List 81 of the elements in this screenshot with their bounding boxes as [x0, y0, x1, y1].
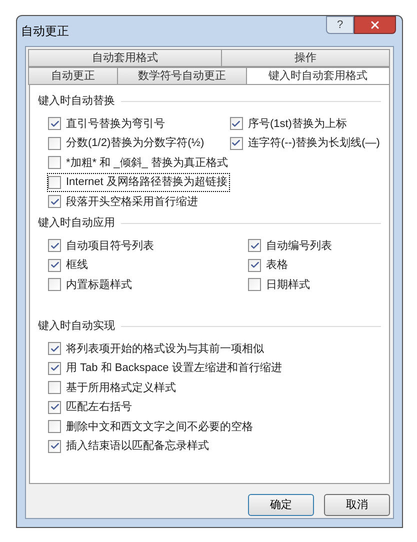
checkbox-row[interactable]: 基于所用格式定义样式 — [48, 380, 178, 396]
check-icon — [50, 363, 60, 374]
checkbox-label: 将列表项开始的格式设为与其前一项相似 — [66, 342, 264, 356]
check-icon — [231, 138, 242, 148]
section-header: 键入时自动实现 — [38, 318, 115, 334]
section-header: 键入时自动应用 — [38, 216, 115, 231]
checkbox-row[interactable]: *加粗* 和 _倾斜_ 替换为真正格式 — [48, 154, 230, 171]
checkbox-row[interactable]: 删除中文和西文文字之间不必要的空格 — [48, 418, 255, 435]
checkbox[interactable] — [248, 278, 261, 292]
check-icon — [50, 260, 60, 270]
checkbox-label: 内置标题样式 — [66, 278, 132, 292]
tab[interactable]: 自动更正 — [28, 67, 118, 85]
dialog-button[interactable]: 取消 — [324, 494, 390, 516]
checkbox-label: 段落开头空格采用首行缩进 — [66, 194, 198, 210]
checkbox-row[interactable]: 日期样式 — [248, 276, 312, 293]
check-icon — [50, 441, 60, 452]
tab[interactable]: 自动套用格式 — [28, 49, 222, 67]
check-icon — [50, 240, 60, 251]
checkbox-label: 删除中文和西文文字之间不必要的空格 — [66, 420, 253, 434]
dialog-button[interactable]: 确定 — [248, 494, 314, 516]
checkbox-label: *加粗* 和 _倾斜_ 替换为真正格式 — [66, 156, 228, 170]
checkbox-row[interactable]: 直引号替换为弯引号 — [48, 116, 167, 132]
checkbox-row[interactable]: Internet 及网络路径替换为超链接 — [48, 174, 230, 190]
checkbox[interactable] — [230, 117, 243, 130]
checkbox-label: 自动项目符号列表 — [66, 238, 154, 254]
checkbox[interactable] — [48, 136, 61, 150]
checkbox[interactable] — [48, 342, 61, 356]
checkbox-row[interactable]: 段落开头空格采用首行缩进 — [48, 194, 200, 210]
checkbox-row[interactable]: 内置标题样式 — [48, 276, 134, 293]
checkbox-row[interactable]: 匹配左右括号 — [48, 399, 134, 416]
checkbox-row[interactable]: 表格 — [248, 257, 290, 274]
checkbox-label: 表格 — [266, 258, 288, 273]
checkbox-row[interactable]: 分数(1/2)替换为分数字符(½) — [48, 135, 206, 152]
checkbox[interactable] — [48, 117, 61, 130]
checkbox-label: Internet 及网络路径替换为超链接 — [66, 174, 228, 190]
checkbox-label: 插入结束语以匹配备忘录样式 — [66, 438, 209, 454]
checkbox-label: 直引号替换为弯引号 — [66, 116, 165, 132]
check-icon — [50, 344, 60, 354]
checkbox-row[interactable]: 序号(1st)替换为上标 — [230, 116, 349, 132]
checkbox[interactable] — [48, 239, 61, 252]
checkbox[interactable] — [48, 176, 61, 189]
checkbox-row[interactable]: 将列表项开始的格式设为与其前一项相似 — [48, 340, 266, 357]
checkbox[interactable] — [48, 362, 61, 375]
checkbox-label: 自动编号列表 — [266, 238, 332, 254]
check-icon — [231, 118, 242, 129]
checkbox[interactable] — [48, 278, 61, 292]
check-icon — [50, 118, 60, 129]
window-title: 自动更正 — [21, 23, 69, 40]
checkbox[interactable] — [48, 258, 61, 272]
checkbox[interactable] — [248, 239, 261, 252]
checkbox[interactable] — [248, 258, 261, 272]
checkbox-row[interactable]: 框线 — [48, 257, 90, 274]
checkbox-row[interactable]: 自动项目符号列表 — [48, 238, 156, 254]
tab[interactable]: 数学符号自动更正 — [117, 67, 247, 85]
checkbox-label: 连字符(--)替换为长划线(—) — [248, 136, 380, 151]
close-button[interactable] — [354, 16, 396, 34]
help-button[interactable]: ? — [326, 16, 354, 34]
checkbox-label: 序号(1st)替换为上标 — [248, 116, 347, 132]
checkbox-row[interactable]: 插入结束语以匹配备忘录样式 — [48, 438, 211, 454]
check-icon — [50, 402, 60, 412]
checkbox-row[interactable]: 自动编号列表 — [248, 238, 334, 254]
checkbox-row[interactable]: 连字符(--)替换为长划线(—) — [230, 135, 382, 152]
checkbox-label: 基于所用格式定义样式 — [66, 380, 176, 396]
checkbox-label: 匹配左右括号 — [66, 400, 132, 415]
check-icon — [250, 240, 260, 251]
section-header: 键入时自动替换 — [38, 94, 115, 109]
checkbox-label: 框线 — [66, 258, 88, 273]
check-icon — [50, 196, 60, 207]
close-icon — [369, 19, 381, 31]
check-icon — [250, 260, 260, 270]
checkbox[interactable] — [48, 400, 61, 414]
tab[interactable]: 键入时自动套用格式 — [246, 67, 390, 85]
checkbox[interactable] — [48, 156, 61, 170]
checkbox[interactable] — [48, 440, 61, 453]
checkbox-label: 分数(1/2)替换为分数字符(½) — [66, 136, 204, 151]
checkbox[interactable] — [230, 136, 243, 150]
checkbox[interactable] — [48, 420, 61, 434]
checkbox[interactable] — [48, 381, 61, 394]
tab[interactable]: 操作 — [221, 49, 390, 67]
checkbox[interactable] — [48, 195, 61, 208]
checkbox-label: 日期样式 — [266, 278, 310, 292]
